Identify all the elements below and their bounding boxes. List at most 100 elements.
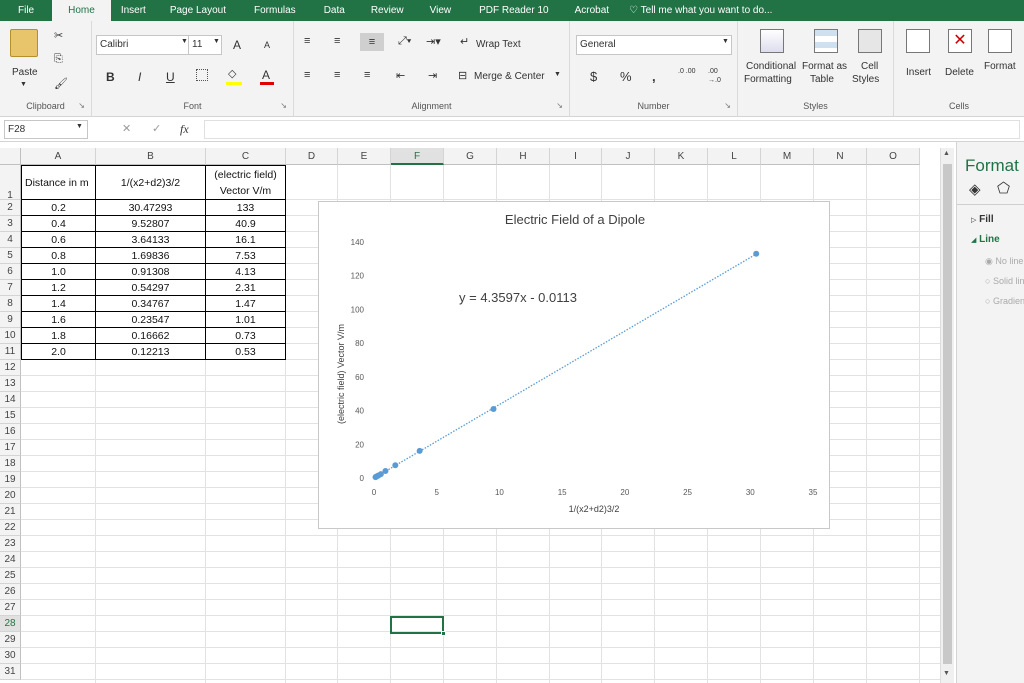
row-header-4[interactable]: 4 [0, 232, 21, 248]
line-section-toggle[interactable]: ◢ Line [971, 234, 1000, 245]
menu-home[interactable]: Home [52, 0, 111, 21]
distance-cell[interactable]: 2.0 [21, 344, 96, 360]
field-cell[interactable]: 40.9 [206, 216, 286, 232]
font-name-dropdown-icon[interactable]: ▼ [181, 38, 188, 45]
number-launcher-icon[interactable]: ↘ [724, 101, 731, 110]
no-line-radio[interactable]: ◉ No line [985, 256, 1023, 267]
menu-insert[interactable]: Insert [111, 0, 156, 21]
italic-button[interactable]: I [138, 70, 141, 84]
wrap-text-button[interactable]: Wrap Text [476, 39, 521, 50]
inverse-cell[interactable]: 0.16662 [96, 328, 206, 344]
data-series[interactable] [372, 250, 760, 481]
format-painter-icon[interactable]: 🖌 [54, 77, 68, 90]
field-cell[interactable]: 1.47 [206, 296, 286, 312]
x-axis-title[interactable]: 1/(x2+d2)3/2 [569, 504, 620, 514]
insert-button[interactable]: Insert [906, 67, 931, 78]
percent-button[interactable]: % [620, 69, 632, 84]
chart-title[interactable]: Electric Field of a Dipole [505, 212, 645, 227]
column-header-g[interactable]: G [444, 148, 497, 165]
column-header-d[interactable]: D [286, 148, 338, 165]
align-bottom-icon[interactable]: ≡ [360, 33, 384, 51]
data-point[interactable] [753, 250, 760, 257]
effects-tab-icon[interactable]: ⬠ [997, 179, 1010, 197]
vertical-scrollbar[interactable]: ▲ ▼ [940, 148, 954, 683]
conditional-formatting-icon[interactable] [760, 29, 784, 53]
row-header-1[interactable]: 1 [0, 165, 21, 201]
bold-button[interactable]: B [106, 70, 115, 84]
distance-cell[interactable]: 1.0 [21, 264, 96, 280]
data-point[interactable] [372, 474, 379, 481]
menu-page-layout[interactable]: Page Layout [156, 0, 240, 21]
scroll-down-icon[interactable]: ▼ [943, 670, 950, 677]
gradient-line-radio[interactable]: ○ Gradient line [985, 296, 1024, 306]
format-as-table-icon[interactable] [814, 29, 838, 53]
chart-object[interactable]: Electric Field of a Dipole (electric fie… [318, 201, 830, 529]
text-direction-icon[interactable]: ⇥▾ [426, 35, 441, 48]
increase-decimal-button[interactable]: .0 .00 [678, 67, 696, 76]
row-header-21[interactable]: 21 [0, 504, 21, 520]
clipboard-launcher-icon[interactable]: ↘ [78, 101, 85, 110]
scroll-up-icon[interactable]: ▲ [943, 150, 950, 157]
wrap-text-icon[interactable]: ↵ [460, 35, 469, 48]
column-header-m[interactable]: M [761, 148, 814, 165]
column-header-i[interactable]: I [550, 148, 602, 165]
row-header-6[interactable]: 6 [0, 264, 21, 280]
data-point[interactable] [490, 406, 497, 413]
column-header-k[interactable]: K [655, 148, 708, 165]
column-header-c[interactable]: C [206, 148, 286, 165]
delete-button[interactable]: Delete [945, 67, 974, 78]
worksheet[interactable]: ABCDEFGHIJKLMNO 1 2 3 4 5 6 7 8 9 10 11 12 13 14 15 16 1… [0, 148, 940, 683]
delete-cells-icon[interactable]: ✕ [948, 29, 972, 53]
scroll-thumb[interactable] [943, 164, 952, 664]
header-distance[interactable]: Distance in m [21, 165, 96, 200]
field-cell[interactable]: 7.53 [206, 248, 286, 264]
underline-button[interactable]: U [166, 70, 175, 84]
inverse-cell[interactable]: 3.64133 [96, 232, 206, 248]
row-header-29[interactable]: 29 [0, 632, 21, 648]
field-cell[interactable]: 16.1 [206, 232, 286, 248]
comma-button[interactable]: , [652, 69, 656, 84]
fill-section-toggle[interactable]: ▷ Fill [971, 214, 994, 225]
conditional-formatting-line2[interactable]: Formatting [744, 74, 792, 85]
column-header-b[interactable]: B [96, 148, 206, 165]
number-format-dropdown-icon[interactable]: ▼ [722, 38, 729, 45]
row-header-20[interactable]: 20 [0, 488, 21, 504]
merge-dropdown-icon[interactable]: ▼ [554, 71, 561, 78]
conditional-formatting-line1[interactable]: Conditional [746, 61, 796, 72]
menu-view[interactable]: View [416, 0, 466, 21]
format-as-table-line2[interactable]: Table [810, 74, 834, 85]
field-cell[interactable]: 2.31 [206, 280, 286, 296]
column-header-a[interactable]: A [21, 148, 96, 165]
font-launcher-icon[interactable]: ↘ [280, 101, 287, 110]
name-box-dropdown-icon[interactable]: ▼ [76, 123, 83, 130]
cancel-icon[interactable]: ✕ [122, 122, 131, 135]
copy-icon[interactable]: ⎘ [54, 53, 63, 66]
shrink-font-button[interactable]: A [264, 40, 270, 50]
cell-styles-line1[interactable]: Cell [861, 61, 878, 72]
row-header-27[interactable]: 27 [0, 600, 21, 616]
row-header-23[interactable]: 23 [0, 536, 21, 552]
data-point[interactable] [392, 462, 399, 469]
row-header-9[interactable]: 9 [0, 312, 21, 328]
cell-styles-icon[interactable] [858, 29, 882, 53]
row-header-15[interactable]: 15 [0, 408, 21, 424]
column-header-j[interactable]: J [602, 148, 655, 165]
row-header-16[interactable]: 16 [0, 424, 21, 440]
format-button[interactable]: Format [984, 61, 1016, 72]
cell-styles-line2[interactable]: Styles [852, 74, 879, 85]
merge-center-icon[interactable]: ⊟ [458, 69, 467, 82]
distance-cell[interactable]: 0.6 [21, 232, 96, 248]
trendline-equation[interactable]: y = 4.3597x - 0.0113 [459, 290, 577, 305]
row-header-5[interactable]: 5 [0, 248, 21, 264]
menu-acrobat[interactable]: Acrobat [563, 0, 621, 21]
row-header-18[interactable]: 18 [0, 456, 21, 472]
row-header-30[interactable]: 30 [0, 648, 21, 664]
menu-review[interactable]: Review [359, 0, 416, 21]
increase-indent-icon[interactable]: ⇥ [428, 69, 437, 82]
cut-icon[interactable]: ✂ [54, 29, 63, 42]
field-cell[interactable]: 133 [206, 200, 286, 216]
insert-function-button[interactable]: fx [180, 122, 189, 137]
inverse-cell[interactable]: 30.47293 [96, 200, 206, 216]
format-cells-icon[interactable] [988, 29, 1012, 53]
menu-data[interactable]: Data [310, 0, 359, 21]
